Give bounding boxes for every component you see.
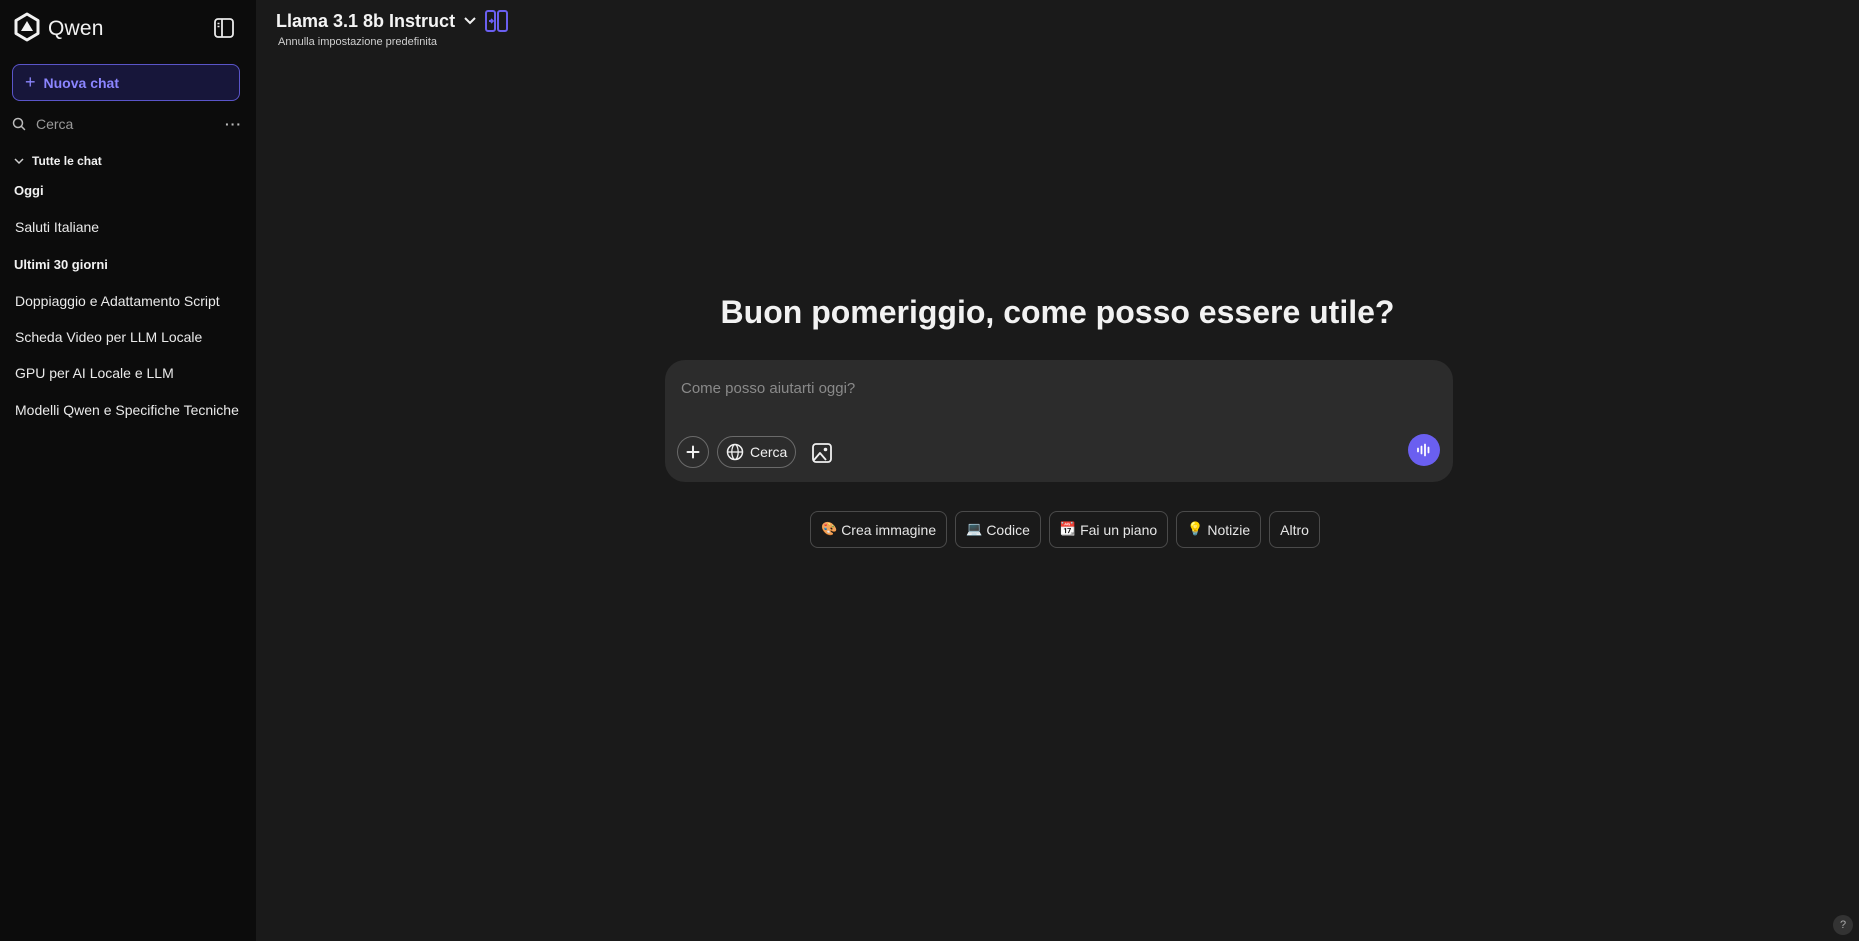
unset-default-link[interactable]: Annulla impostazione predefinita <box>278 36 437 48</box>
sidebar-toggle-button[interactable] <box>212 16 236 40</box>
chip-label: Fai un piano <box>1080 521 1158 538</box>
voice-input-button[interactable] <box>1408 434 1440 466</box>
image-upload-button[interactable] <box>811 442 833 464</box>
all-chats-label: Tutte le chat <box>32 154 102 168</box>
chip-news[interactable]: 💡 Notizie <box>1176 511 1262 548</box>
chip-label: Crea immagine <box>841 521 937 538</box>
group-label-last-30-days: Ultimi 30 giorni <box>14 257 108 272</box>
plus-icon: + <box>25 71 36 92</box>
all-chats-toggle[interactable]: Tutte le chat <box>14 154 102 168</box>
model-name: Llama 3.1 8b Instruct <box>276 10 456 31</box>
brand-name: Qwen <box>48 17 104 40</box>
composer: Cerca <box>665 360 1453 482</box>
new-chat-label: Nuova chat <box>43 74 119 91</box>
compare-models-button[interactable] <box>484 8 510 34</box>
attach-button[interactable] <box>677 436 709 468</box>
chip-code[interactable]: 💻 Codice <box>955 511 1041 548</box>
chevron-down-icon <box>14 158 24 165</box>
new-chat-button[interactable]: + Nuova chat <box>12 64 240 101</box>
sidebar-search-label: Cerca <box>36 116 74 132</box>
voice-icon <box>1417 443 1430 457</box>
image-icon <box>812 443 832 463</box>
app: Qwen + Nuova chat Cerca ··· Tutte le cha… <box>0 0 1859 941</box>
brand[interactable]: Qwen <box>12 12 104 47</box>
main-area: Llama 3.1 8b Instruct Annulla impostazio… <box>256 0 1859 941</box>
model-selector[interactable]: Llama 3.1 8b Instruct <box>276 8 477 34</box>
suggestion-chips: 🎨 Crea immagine 💻 Codice 📆 Fai un piano … <box>810 511 1320 548</box>
message-input[interactable] <box>681 380 1421 397</box>
group-label-today: Oggi <box>14 183 44 198</box>
chip-label: Notizie <box>1207 521 1251 538</box>
chevron-down-icon <box>464 17 476 25</box>
search-icon <box>12 117 26 131</box>
compare-icon <box>485 10 508 32</box>
chip-label: Altro <box>1280 521 1309 538</box>
chip-more[interactable]: Altro <box>1269 511 1320 548</box>
chat-item[interactable]: Modelli Qwen e Specifiche Tecniche <box>8 395 248 425</box>
calendar-icon: 📆 <box>1059 522 1077 537</box>
sidebar: Qwen + Nuova chat Cerca ··· Tutte le cha… <box>0 0 256 941</box>
chat-item[interactable]: Saluti Italiane <box>8 212 248 242</box>
chat-item[interactable]: Scheda Video per LLM Locale <box>8 322 248 352</box>
plus-icon <box>686 445 700 459</box>
web-search-toggle[interactable]: Cerca <box>717 436 797 468</box>
web-search-label: Cerca <box>750 444 788 460</box>
qwen-logo-icon <box>12 12 42 47</box>
chat-item[interactable]: Doppiaggio e Adattamento Script <box>8 286 248 316</box>
globe-icon <box>726 443 744 461</box>
help-icon[interactable]: ? <box>1833 915 1853 935</box>
laptop-icon: 💻 <box>966 522 983 537</box>
palette-icon: 🎨 <box>821 522 838 537</box>
chip-make-plan[interactable]: 📆 Fai un piano <box>1048 511 1169 548</box>
chat-item[interactable]: GPU per AI Locale e LLM <box>8 358 248 388</box>
more-icon[interactable]: ··· <box>225 116 242 132</box>
chip-label: Codice <box>986 521 1030 538</box>
sidebar-toggle-icon <box>214 18 234 38</box>
sidebar-search[interactable]: Cerca ··· <box>12 113 242 135</box>
greeting-heading: Buon pomeriggio, come posso essere utile… <box>720 294 1395 330</box>
lightbulb-icon: 💡 <box>1187 522 1204 537</box>
chip-create-image[interactable]: 🎨 Crea immagine <box>810 511 948 548</box>
